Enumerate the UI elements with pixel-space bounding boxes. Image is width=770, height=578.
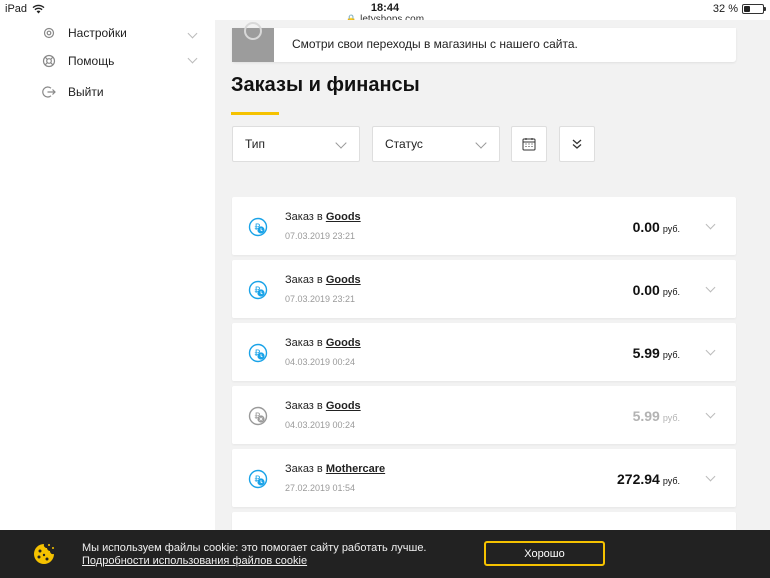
chevron-down-icon bbox=[187, 28, 198, 39]
chevron-down-icon[interactable] bbox=[705, 219, 716, 230]
sidebar-item-settings[interactable]: Настройки bbox=[42, 26, 202, 40]
order-title: Заказ в Goods bbox=[285, 400, 361, 412]
cookie-banner: Мы используем файлы cookie: это помогает… bbox=[0, 530, 770, 578]
info-card[interactable]: Смотри свои переходы в магазины с нашего… bbox=[232, 22, 736, 62]
order-row[interactable]: ₽ Заказ в Goods 04.03.2019 00:24 5.99 руб… bbox=[232, 323, 736, 381]
order-amount: 0.00 руб. bbox=[632, 219, 680, 235]
status-filter-select[interactable]: Статус bbox=[372, 126, 500, 162]
sidebar-item-label: Помощь bbox=[68, 54, 115, 68]
info-card-image bbox=[232, 22, 274, 62]
status-center: 18:44 bbox=[0, 2, 770, 14]
shop-link[interactable]: Goods bbox=[326, 211, 361, 223]
order-amount: 0.00 руб. bbox=[632, 282, 680, 298]
chevron-down-icon bbox=[475, 137, 487, 149]
order-title: Заказ в Goods bbox=[285, 274, 361, 286]
order-amount: 5.99 руб. bbox=[632, 408, 680, 424]
shop-link[interactable]: Goods bbox=[326, 274, 361, 286]
sidebar-item-logout[interactable]: Выйти bbox=[42, 82, 202, 102]
sidebar-item-label: Настройки bbox=[68, 26, 127, 40]
gear-icon bbox=[42, 26, 56, 40]
info-card-text: Смотри свои переходы в магазины с нашего… bbox=[292, 37, 578, 51]
cookie-accept-button[interactable]: Хорошо bbox=[484, 541, 605, 566]
shop-link[interactable]: Goods bbox=[326, 400, 361, 412]
order-amount: 5.99 руб. bbox=[632, 345, 680, 361]
expand-filters-button[interactable] bbox=[559, 126, 595, 162]
shop-link[interactable]: Goods bbox=[326, 337, 361, 349]
order-title: Заказ в Mothercare bbox=[285, 463, 386, 475]
order-cancelled-icon: ₽ bbox=[248, 406, 268, 426]
sidebar-item-label: Выйти bbox=[68, 85, 104, 99]
date-filter-button[interactable] bbox=[511, 126, 547, 162]
order-row[interactable]: ₽ Заказ в Goods 07.03.2019 23:21 0.00 руб… bbox=[232, 197, 736, 255]
battery-icon bbox=[742, 4, 766, 14]
type-filter-select[interactable]: Тип bbox=[232, 126, 360, 162]
order-row[interactable] bbox=[232, 512, 736, 530]
cookie-message: Мы используем файлы cookie: это помогает… bbox=[82, 542, 427, 554]
main-content: Смотри свои переходы в магазины с нашего… bbox=[215, 20, 770, 530]
logout-icon bbox=[42, 85, 56, 99]
clock: 18:44 bbox=[370, 2, 400, 14]
order-amount: 272.94 руб. bbox=[617, 471, 680, 487]
order-title: Заказ в Goods bbox=[285, 211, 361, 223]
order-date: 04.03.2019 00:24 bbox=[285, 420, 356, 430]
cookie-text: Мы используем файлы cookie: это помогает… bbox=[82, 542, 427, 568]
order-date: 27.02.2019 01:54 bbox=[285, 483, 356, 493]
shop-link[interactable]: Mothercare bbox=[326, 463, 385, 475]
chevron-down-icon[interactable] bbox=[705, 408, 716, 419]
order-row[interactable]: ₽ Заказ в Goods 04.03.2019 00:24 5.99 руб… bbox=[232, 386, 736, 444]
title-underline bbox=[231, 112, 279, 115]
order-date: 04.03.2019 00:24 bbox=[285, 357, 356, 367]
order-date: 07.03.2019 23:21 bbox=[285, 231, 356, 241]
order-title: Заказ в Goods bbox=[285, 337, 361, 349]
cookie-icon bbox=[34, 544, 54, 564]
order-pending-icon: ₽ bbox=[248, 217, 268, 237]
lifebuoy-icon bbox=[42, 54, 56, 68]
sidebar: Настройки Помощь Выйти bbox=[0, 20, 215, 530]
battery-level bbox=[744, 6, 750, 12]
order-row[interactable]: ₽ Заказ в Goods 07.03.2019 23:21 0.00 руб… bbox=[232, 260, 736, 318]
double-chevron-down-icon bbox=[572, 139, 582, 149]
order-pending-icon: ₽ bbox=[248, 469, 268, 489]
cookie-details-link[interactable]: Подробности использования файлов cookie bbox=[82, 555, 427, 568]
order-pending-icon: ₽ bbox=[248, 343, 268, 363]
status-filter-label: Статус bbox=[385, 137, 423, 151]
order-row[interactable]: ₽ Заказ в Mothercare 27.02.2019 01:54 27… bbox=[232, 449, 736, 507]
chevron-down-icon bbox=[187, 53, 198, 64]
chevron-down-icon[interactable] bbox=[705, 282, 716, 293]
page-title: Заказы и финансы bbox=[231, 74, 420, 96]
chevron-down-icon[interactable] bbox=[705, 471, 716, 482]
order-date: 07.03.2019 23:21 bbox=[285, 294, 356, 304]
order-pending-icon: ₽ bbox=[248, 280, 268, 300]
calendar-icon bbox=[522, 138, 536, 151]
chevron-down-icon[interactable] bbox=[705, 345, 716, 356]
type-filter-label: Тип bbox=[245, 137, 266, 151]
sidebar-item-help[interactable]: Помощь bbox=[42, 51, 202, 71]
chevron-down-icon bbox=[335, 137, 347, 149]
